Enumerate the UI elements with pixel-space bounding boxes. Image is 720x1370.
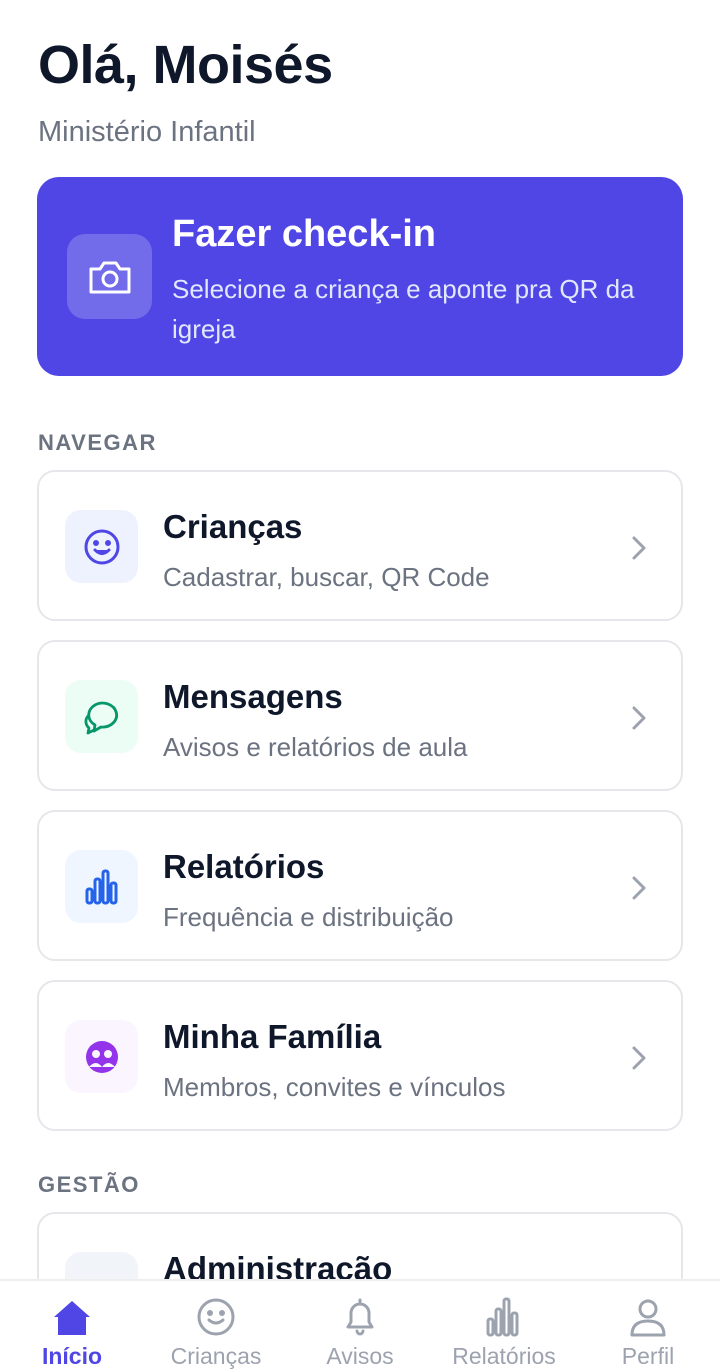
chevron-right-icon	[632, 536, 646, 560]
nav-tab-relatorios[interactable]: Relatórios	[432, 1281, 576, 1369]
menu-item-title: Administração	[163, 1250, 393, 1280]
bar-chart-icon	[486, 1297, 519, 1337]
menu-item-title: Minha Família	[163, 1018, 382, 1055]
section-gestao: GESTÃO	[38, 1172, 140, 1197]
smiley-icon	[197, 1298, 235, 1336]
nav-label: Avisos	[326, 1343, 394, 1369]
bell-icon	[346, 1298, 374, 1336]
user-icon	[630, 1299, 666, 1337]
menu-item-description: Avisos e relatórios de aula	[163, 732, 468, 762]
admin-icon	[65, 1252, 138, 1280]
menu-item-title: Relatórios	[163, 848, 325, 885]
ministry-subtitle: Ministério Infantil	[38, 116, 256, 148]
menu-item-minha-familia[interactable]: Minha Família Membros, convites e víncul…	[37, 980, 683, 1131]
menu-item-mensagens[interactable]: Mensagens Avisos e relatórios de aula	[37, 640, 683, 791]
home-icon	[54, 1301, 90, 1335]
checkin-title: Fazer check-in	[172, 213, 436, 255]
bottom-navigation: Início Crianças Avisos Relatórios Perfil	[0, 1279, 720, 1369]
chevron-right-icon	[632, 706, 646, 730]
chevron-right-icon	[632, 876, 646, 900]
chat-bubbles-icon	[65, 680, 138, 753]
menu-item-administracao[interactable]: Administração	[37, 1212, 683, 1280]
nav-tab-avisos[interactable]: Avisos	[288, 1281, 432, 1369]
nav-label: Relatórios	[452, 1343, 556, 1369]
home-screen: Olá, Moisés Ministério Infantil Fazer ch…	[0, 0, 720, 1280]
checkin-description: Selecione a criança e aponte pra QR da i…	[172, 274, 635, 344]
section-navegar: NAVEGAR	[38, 430, 157, 455]
menu-item-relatorios[interactable]: Relatórios Frequência e distribuição	[37, 810, 683, 961]
menu-item-description: Frequência e distribuição	[163, 902, 454, 932]
checkin-card[interactable]: Fazer check-in Selecione a criança e apo…	[37, 177, 683, 376]
chevron-right-icon	[632, 1046, 646, 1070]
smiley-icon	[65, 510, 138, 583]
nav-label: Perfil	[621, 1343, 675, 1369]
nav-label: Crianças	[170, 1343, 262, 1369]
nav-tab-inicio[interactable]: Início	[0, 1281, 144, 1369]
menu-item-description: Cadastrar, buscar, QR Code	[163, 562, 490, 592]
menu-item-criancas[interactable]: Crianças Cadastrar, buscar, QR Code	[37, 470, 683, 621]
camera-icon	[67, 234, 152, 319]
bar-chart-icon	[65, 850, 138, 923]
menu-item-title: Mensagens	[163, 678, 343, 715]
menu-item-description: Membros, convites e vínculos	[163, 1072, 506, 1102]
greeting-title: Olá, Moisés	[38, 35, 333, 95]
nav-tab-perfil[interactable]: Perfil	[576, 1281, 720, 1369]
nav-tab-criancas[interactable]: Crianças	[144, 1281, 288, 1369]
family-icon	[65, 1020, 138, 1093]
nav-label: Início	[41, 1343, 103, 1369]
menu-item-title: Crianças	[163, 508, 303, 545]
